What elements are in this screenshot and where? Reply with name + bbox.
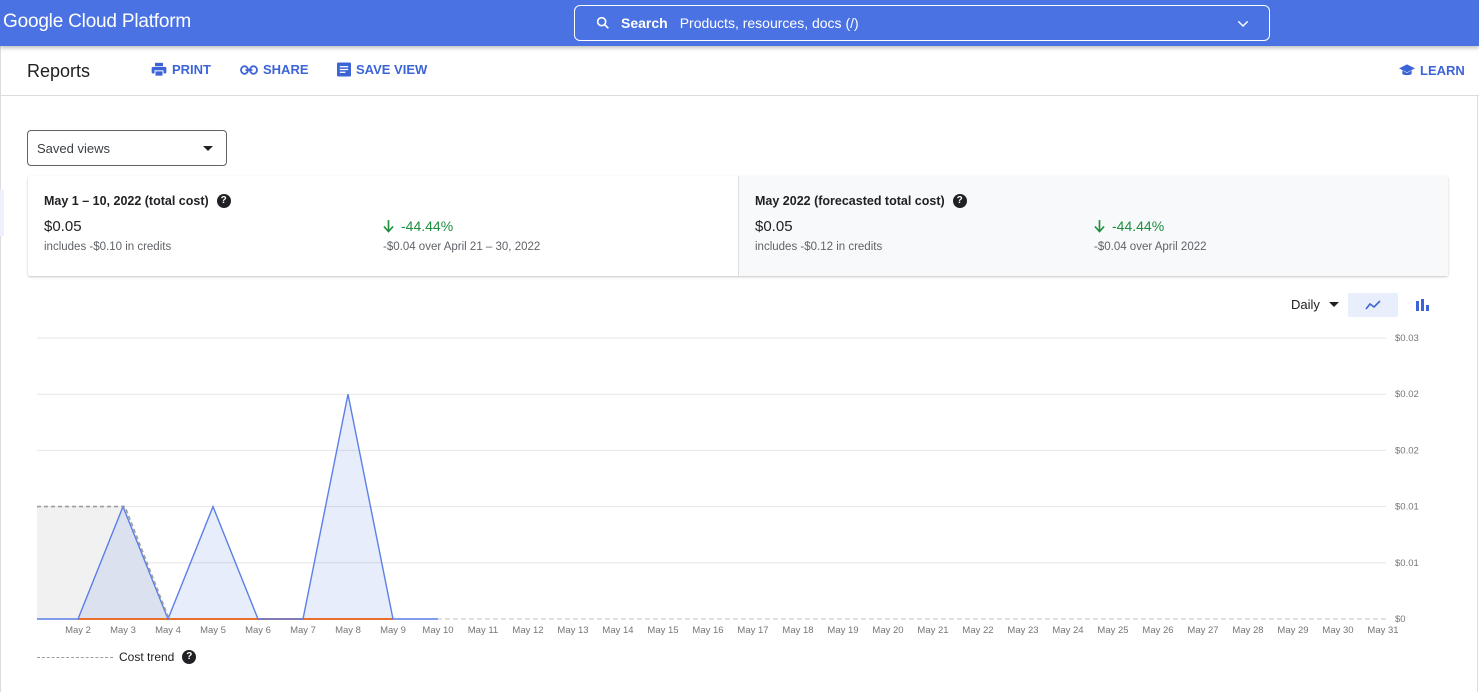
- y-tick-label: $0.01: [1395, 558, 1419, 569]
- x-tick-label: May 8: [335, 625, 361, 636]
- cost-summary: May 1 – 10, 2022 (total cost)? $0.05 inc…: [28, 176, 1448, 276]
- top-app-bar: Google Cloud Platform Search Products, r…: [0, 0, 1479, 46]
- school-icon: [1399, 63, 1415, 75]
- x-tick-label: May 15: [647, 625, 678, 636]
- search-icon: [596, 16, 609, 29]
- cost-chart: $0 $0.01 $0.01 $0.02 $0.02 $0.03 May 2 May 3 Ma…: [36, 333, 1419, 636]
- x-tick-label: May 6: [245, 625, 271, 636]
- link-icon: [240, 64, 258, 75]
- x-tick-label: May 7: [290, 625, 316, 636]
- cost-trend-swatch: [37, 656, 113, 658]
- x-tick-label: May 10: [422, 625, 453, 636]
- summary-value: $0.05: [44, 218, 82, 235]
- help-icon[interactable]: ?: [182, 650, 197, 664]
- print-label: PRINT: [172, 62, 211, 77]
- x-tick-label: May 20: [872, 625, 903, 636]
- chevron-down-icon[interactable]: [1235, 16, 1251, 32]
- saved-views-dropdown[interactable]: Saved views: [27, 130, 227, 166]
- print-button[interactable]: PRINT: [151, 62, 211, 77]
- x-tick-label: May 12: [512, 625, 543, 636]
- x-tick-label: May 29: [1277, 625, 1308, 636]
- legend-label: Cost trend: [119, 650, 175, 664]
- summary-delta: -44.44%: [383, 218, 453, 234]
- y-tick-label: $0.03: [1395, 333, 1419, 344]
- learn-button[interactable]: LEARN: [1399, 63, 1465, 78]
- learn-label: LEARN: [1420, 63, 1465, 78]
- x-tick-label: May 14: [602, 625, 633, 636]
- x-tick-label: May 9: [380, 625, 406, 636]
- summary-value: $0.05: [755, 218, 793, 235]
- x-tick-label: May 26: [1142, 625, 1173, 636]
- help-icon[interactable]: ?: [216, 194, 231, 208]
- summary-delta-detail: -$0.04 over April 21 – 30, 2022: [383, 241, 541, 253]
- x-tick-label: May 25: [1097, 625, 1128, 636]
- summary-delta-text: -44.44%: [401, 218, 454, 234]
- summary-delta-detail: -$0.04 over April 2022: [1094, 241, 1207, 253]
- document-icon: [337, 62, 351, 77]
- y-tick-label: $0: [1395, 614, 1406, 625]
- summary-delta: -44.44%: [1094, 218, 1164, 234]
- x-tick-label: May 17: [737, 625, 768, 636]
- search-label: Search: [621, 15, 668, 31]
- bar-chart-toggle[interactable]: [1398, 293, 1448, 317]
- arrow-down-icon: [383, 219, 394, 233]
- summary-title-text: May 2022 (forecasted total cost): [755, 194, 945, 208]
- x-tick-label: May 16: [692, 625, 723, 636]
- line-chart-icon: [1365, 300, 1381, 310]
- y-tick-label: $0.02: [1395, 389, 1419, 400]
- save-view-label: SAVE VIEW: [356, 62, 428, 77]
- y-tick-label: $0.01: [1395, 502, 1419, 513]
- x-tick-label: May 5: [200, 625, 226, 636]
- help-icon[interactable]: ?: [952, 194, 967, 208]
- line-chart-toggle[interactable]: [1348, 293, 1398, 317]
- x-tick-label: May 27: [1187, 625, 1218, 636]
- bar-chart-icon: [1416, 299, 1429, 311]
- summary-title-text: May 1 – 10, 2022 (total cost): [44, 194, 209, 208]
- brand-logo[interactable]: Google Cloud Platform: [3, 11, 191, 33]
- arrow-down-icon: [1094, 219, 1105, 233]
- x-tick-label: May 19: [827, 625, 858, 636]
- summary-credits: includes -$0.10 in credits: [44, 241, 172, 253]
- x-tick-label: May 24: [1052, 625, 1083, 636]
- x-tick-label: May 23: [1007, 625, 1038, 636]
- summary-credits: includes -$0.12 in credits: [755, 241, 883, 253]
- summary-title: May 2022 (forecasted total cost)?: [755, 194, 967, 208]
- page-title: Reports: [27, 61, 91, 81]
- save-view-button[interactable]: SAVE VIEW: [337, 62, 427, 77]
- summary-delta-text: -44.44%: [1112, 218, 1165, 234]
- summary-title: May 1 – 10, 2022 (total cost)?: [44, 194, 231, 208]
- share-label: SHARE: [263, 62, 309, 77]
- x-tick-label: May 18: [782, 625, 813, 636]
- page-header: Reports PRINT SHARE SAVE VIEW LEARN: [0, 46, 1479, 96]
- x-tick-label: May 2: [65, 625, 91, 636]
- x-tick-label: May 31: [1367, 625, 1398, 636]
- granularity-value: Daily: [1291, 297, 1320, 312]
- x-tick-label: May 13: [557, 625, 588, 636]
- saved-views-value: Saved views: [37, 140, 110, 156]
- share-button[interactable]: SHARE: [240, 62, 309, 77]
- side-panel-handle[interactable]: [0, 190, 4, 236]
- x-tick-label: May 21: [917, 625, 948, 636]
- search-placeholder[interactable]: Products, resources, docs (/): [680, 15, 859, 31]
- x-tick-label: May 28: [1232, 625, 1263, 636]
- summary-card-period: May 1 – 10, 2022 (total cost)? $0.05 inc…: [28, 176, 738, 276]
- y-tick-label: $0.02: [1395, 445, 1419, 456]
- print-icon: [151, 62, 167, 77]
- chart-legend: Cost trend ?: [37, 650, 197, 664]
- granularity-dropdown[interactable]: Daily: [1291, 297, 1339, 312]
- search-bar[interactable]: Search Products, resources, docs (/): [574, 5, 1270, 41]
- dropdown-arrow-icon: [1328, 302, 1339, 307]
- x-tick-label: May 30: [1322, 625, 1353, 636]
- x-tick-label: May 11: [468, 625, 498, 636]
- x-tick-label: May 22: [962, 625, 993, 636]
- x-tick-label: May 3: [110, 625, 136, 636]
- x-tick-label: May 4: [155, 625, 181, 636]
- summary-card-forecast: May 2022 (forecasted total cost)? $0.05 …: [738, 176, 1448, 276]
- dropdown-arrow-icon: [203, 146, 213, 151]
